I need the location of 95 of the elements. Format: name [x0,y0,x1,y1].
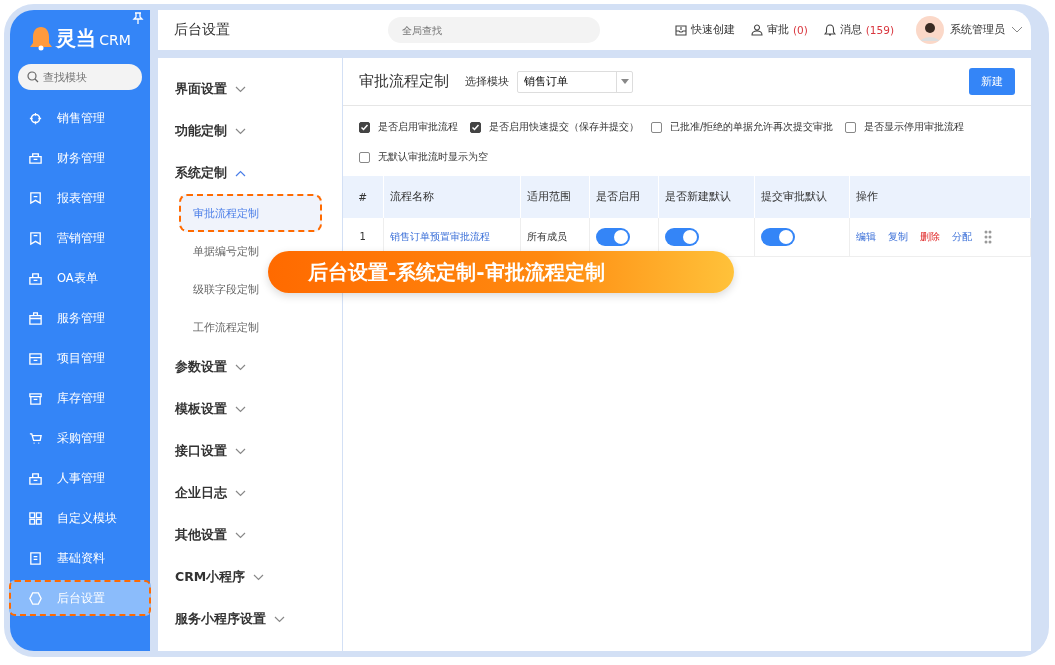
column-header: 流程名称 [383,176,520,218]
action-link[interactable]: 分配 [952,230,973,242]
person-icon [750,24,763,36]
column-header: 操作 [849,176,1031,218]
caret-icon [616,71,632,92]
bell-logo-icon [29,25,54,51]
flag-icon [28,190,43,206]
menu-group[interactable]: 接口设置 [158,430,342,472]
option-label: 是否启用快速提交（保存并提交） [489,121,639,132]
menu-group[interactable]: 其他设置 [158,514,342,556]
action-link[interactable]: 删除 [920,230,941,242]
menu-group[interactable]: CRM小程序 [158,556,342,598]
column-header: 提交审批默认 [754,176,850,218]
toggle-switch[interactable] [664,227,699,246]
column-header: 是否新建默认 [658,176,754,218]
chevron-down-icon [235,363,246,371]
avatar-icon [916,16,944,44]
option-label: 无默认审批流时显示为空 [378,151,488,162]
bell-icon [823,24,836,36]
breadcrumb-banner: 后台设置-系统定制-审批流程定制 [268,251,734,293]
page-title: 后台设置 [174,21,231,39]
menu-item[interactable]: 单据编号定制 [179,232,263,270]
chevron-down-icon [235,489,246,497]
global-search-field[interactable]: 全局查找 [388,17,600,43]
top-action-link[interactable]: 审批 (0) [750,23,808,37]
new-button[interactable]: 新建 [969,68,1015,95]
checkbox[interactable] [651,121,662,133]
sidebar-item[interactable]: 销售管理 [9,100,151,136]
module-select[interactable]: 销售订单 [517,70,633,93]
module-label: 选择模块 [465,74,509,89]
column-header: 是否启用 [589,176,659,218]
sidebar-item[interactable]: OA表单 [9,260,151,296]
menu-group[interactable]: 系统定制 [158,152,342,194]
chevron-down-icon [235,447,246,455]
chevron-down-icon [235,405,246,413]
sidebar-item[interactable]: 财务管理 [9,140,151,176]
grid-icon [28,510,43,526]
sidebar-item[interactable]: 服务管理 [9,300,151,336]
option-label: 是否显示停用审批流程 [864,121,965,132]
menu-group[interactable]: 模板设置 [158,388,342,430]
chevron-down-icon [235,531,246,539]
briefcase-icon [28,150,43,166]
sidebar-item[interactable]: 营销管理 [9,220,151,256]
top-action-link[interactable]: 快速创建 [674,23,735,37]
panel-title: 审批流程定制 [359,72,449,91]
sidebar-item[interactable]: 项目管理 [9,340,151,376]
menu-group[interactable]: 服务小程序设置 [158,598,342,640]
pin-icon[interactable] [132,12,144,24]
sidebar-item[interactable]: 人事管理 [9,460,151,496]
menu-group[interactable]: 界面设置 [158,68,342,110]
bookmark-icon [28,230,43,246]
menu-group[interactable]: 参数设置 [158,346,342,388]
checkbox[interactable] [359,151,370,163]
action-link[interactable]: 编辑 [856,230,877,242]
document-icon [28,550,43,566]
menu-item[interactable]: 审批流程定制 [179,194,322,232]
module-search-field[interactable]: 查找模块 [18,64,142,90]
hexagon-icon [28,590,43,606]
target-icon [28,110,43,126]
column-header: # [343,176,383,218]
drag-handle-icon[interactable] [984,229,993,244]
flow-name-link[interactable]: 销售订单预置审批流程 [389,230,490,242]
sidebar-item[interactable]: 库存管理 [9,380,151,416]
inbox-icon [674,24,687,36]
option-label: 已批准/拒绝的单据允许再次提交审批 [670,121,834,132]
archive-icon [28,390,43,406]
toggle-switch[interactable] [595,227,630,246]
user-name[interactable]: 系统管理员 [950,23,1005,37]
toggle-switch[interactable] [760,227,795,246]
menu-item[interactable]: 级联字段定制 [179,270,263,308]
sidebar-item[interactable]: 自定义模块 [9,500,151,536]
chevron-down-icon [235,127,246,135]
sidebar-item[interactable]: 报表管理 [9,180,151,216]
folder-icon [28,350,43,366]
chevron-down-icon [274,615,285,623]
chevron-up-icon [235,169,246,177]
logo-suffix: CRM [99,32,131,48]
case-icon [28,310,43,326]
sidebar-item[interactable]: 采购管理 [9,420,151,456]
chevron-down-icon [253,573,265,581]
action-link[interactable]: 复制 [888,230,909,242]
logo-text: 灵当 [56,24,97,52]
sidebar-item[interactable]: 基础资料 [9,540,151,576]
checkbox[interactable] [359,121,370,133]
checkbox[interactable] [470,121,481,133]
column-header: 适用范围 [520,176,590,218]
chevron-down-icon[interactable] [1011,26,1023,34]
cart-icon [28,430,43,446]
chevron-down-icon [235,85,246,93]
menu-item[interactable]: 工作流程定制 [179,308,263,346]
menu-group[interactable]: 功能定制 [158,110,342,152]
option-label: 是否启用审批流程 [378,121,458,132]
top-action-link[interactable]: 消息 (159) [823,23,894,37]
checkbox[interactable] [845,121,857,133]
menu-group[interactable]: 企业日志 [158,472,342,514]
